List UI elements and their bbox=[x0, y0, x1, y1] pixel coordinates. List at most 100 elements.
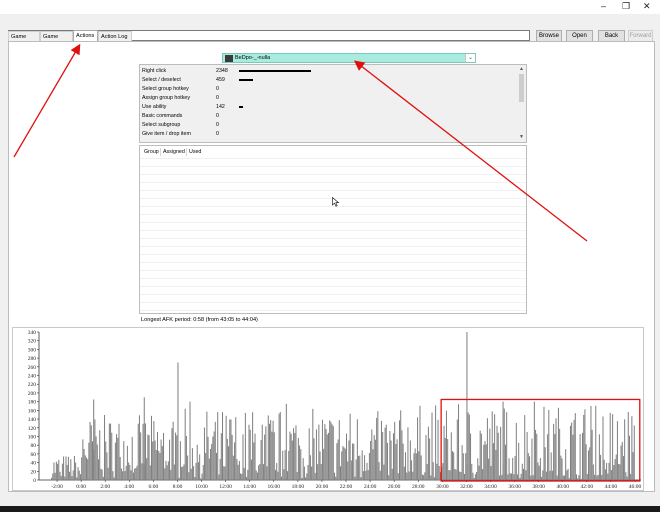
apm-bar bbox=[512, 457, 514, 480]
apm-bar bbox=[136, 465, 138, 480]
apm-bar bbox=[209, 448, 211, 480]
apm-bar bbox=[287, 471, 289, 480]
apm-bar bbox=[188, 472, 190, 480]
hotkey-group-table[interactable]: Group Assigned Used bbox=[139, 145, 527, 314]
apm-bar bbox=[340, 466, 342, 480]
apm-bar bbox=[296, 472, 298, 480]
column-header-used[interactable]: Used bbox=[189, 149, 201, 155]
y-tick-label: 40 bbox=[31, 461, 37, 467]
apm-bar bbox=[153, 421, 155, 480]
action-stats-list[interactable]: ▲ ▼ Right click 2348 Select / deselect 459 S… bbox=[139, 64, 527, 143]
x-tick-label: -2:00 bbox=[51, 484, 63, 490]
apm-bar bbox=[161, 446, 163, 480]
scrollbar-thumb[interactable] bbox=[519, 74, 524, 102]
x-tick-label: 10:00 bbox=[195, 484, 208, 490]
apm-bar bbox=[551, 470, 553, 480]
apm-bar bbox=[78, 470, 80, 480]
stat-row[interactable]: Select / deselect 459 bbox=[142, 76, 512, 84]
apm-bar bbox=[443, 425, 445, 480]
apm-bar bbox=[265, 426, 267, 480]
apm-bar bbox=[277, 471, 279, 480]
scroll-up-icon[interactable]: ▲ bbox=[518, 66, 525, 73]
apm-bar bbox=[473, 477, 475, 480]
apm-bar bbox=[362, 471, 364, 480]
close-icon[interactable]: ✕ bbox=[643, 1, 651, 12]
stat-label: Right click bbox=[142, 68, 167, 74]
apm-bar bbox=[82, 439, 84, 480]
apm-bar bbox=[272, 420, 274, 480]
apm-bar bbox=[108, 423, 110, 480]
stat-row[interactable]: Assign group hotkey 0 bbox=[142, 94, 512, 102]
apm-bar bbox=[112, 471, 114, 480]
y-tick-label: 260 bbox=[28, 365, 37, 371]
apm-bar bbox=[519, 477, 521, 480]
tab-game-info[interactable]: Game Info bbox=[8, 31, 40, 50]
apm-bar bbox=[148, 435, 150, 480]
afk-period-text: Longest AFK period: 0:58 (from 43:05 to … bbox=[141, 317, 258, 323]
minimize-icon[interactable]: – bbox=[601, 1, 606, 11]
apm-bar bbox=[177, 362, 179, 480]
table-row bbox=[140, 166, 526, 167]
apm-bar bbox=[110, 423, 112, 480]
stat-row[interactable]: Basic commands 0 bbox=[142, 112, 512, 120]
apm-bar bbox=[476, 471, 478, 480]
stat-row[interactable]: Give item / drop item 0 bbox=[142, 130, 512, 138]
apm-bar bbox=[608, 462, 610, 480]
apm-bar bbox=[583, 414, 585, 480]
column-header-assigned[interactable]: Assigned bbox=[163, 149, 185, 155]
apm-bar bbox=[435, 405, 437, 480]
stat-row[interactable]: Right click 2348 bbox=[142, 67, 512, 75]
apm-bar bbox=[360, 477, 362, 480]
apm-bar bbox=[284, 450, 286, 480]
apm-bar bbox=[384, 427, 386, 480]
apm-bar bbox=[258, 465, 260, 480]
chevron-down-icon[interactable]: ⌄ bbox=[465, 54, 475, 62]
stats-scrollbar[interactable]: ▲ ▼ bbox=[518, 66, 525, 141]
apm-bar bbox=[306, 473, 308, 480]
tab-action-log[interactable]: Action Log bbox=[98, 31, 132, 41]
player-select[interactable]: BeDpo-_-nulla ⌄ bbox=[222, 53, 476, 63]
stat-row[interactable]: Select group hotkey 0 bbox=[142, 85, 512, 93]
apm-bar bbox=[194, 476, 196, 480]
apm-bar bbox=[507, 474, 509, 480]
apm-bar bbox=[244, 412, 246, 480]
scroll-down-icon[interactable]: ▼ bbox=[518, 134, 525, 141]
stat-row[interactable]: Use ability 142 bbox=[142, 103, 512, 111]
apm-bar bbox=[346, 433, 348, 480]
apm-bar bbox=[66, 464, 68, 480]
maximize-icon[interactable]: ❐ bbox=[622, 1, 630, 12]
apm-bar bbox=[289, 431, 291, 480]
apm-bar bbox=[231, 434, 233, 480]
apm-bar bbox=[591, 429, 593, 480]
x-tick-label: 2:00 bbox=[100, 484, 110, 490]
apm-bar bbox=[438, 465, 440, 480]
column-header-group[interactable]: Group bbox=[144, 149, 159, 155]
apm-bar bbox=[490, 465, 492, 480]
apm-bar bbox=[176, 435, 178, 480]
apm-bar bbox=[535, 429, 537, 480]
apm-bar bbox=[500, 426, 502, 480]
apm-bar bbox=[147, 434, 149, 480]
apm-bar bbox=[185, 435, 187, 480]
apm-bar bbox=[332, 426, 334, 480]
apm-bar bbox=[72, 470, 74, 480]
x-tick-label: 8:00 bbox=[173, 484, 183, 490]
apm-bar bbox=[423, 475, 425, 480]
x-tick-label: 30:00 bbox=[436, 484, 449, 490]
apm-bar bbox=[246, 476, 248, 480]
y-tick-label: 180 bbox=[28, 400, 37, 406]
table-row bbox=[140, 158, 526, 159]
apm-bar bbox=[461, 445, 463, 480]
apm-bar bbox=[628, 435, 630, 480]
apm-bar bbox=[155, 450, 157, 480]
x-tick-label: 36:00 bbox=[508, 484, 521, 490]
stat-row[interactable]: Select subgroup 0 bbox=[142, 121, 512, 129]
apm-bar bbox=[589, 447, 591, 480]
apm-bar bbox=[567, 468, 569, 480]
apm-bar bbox=[223, 466, 225, 480]
apm-bar bbox=[305, 477, 307, 480]
apm-bar bbox=[460, 471, 462, 480]
stat-value: 2348 bbox=[216, 68, 228, 74]
tab-game-chat[interactable]: Game Chat bbox=[40, 31, 73, 50]
apm-chart-svg: 0 20 40 60 80 100 120 140 160 180 200 220 240 260 280 3… bbox=[28, 330, 642, 490]
